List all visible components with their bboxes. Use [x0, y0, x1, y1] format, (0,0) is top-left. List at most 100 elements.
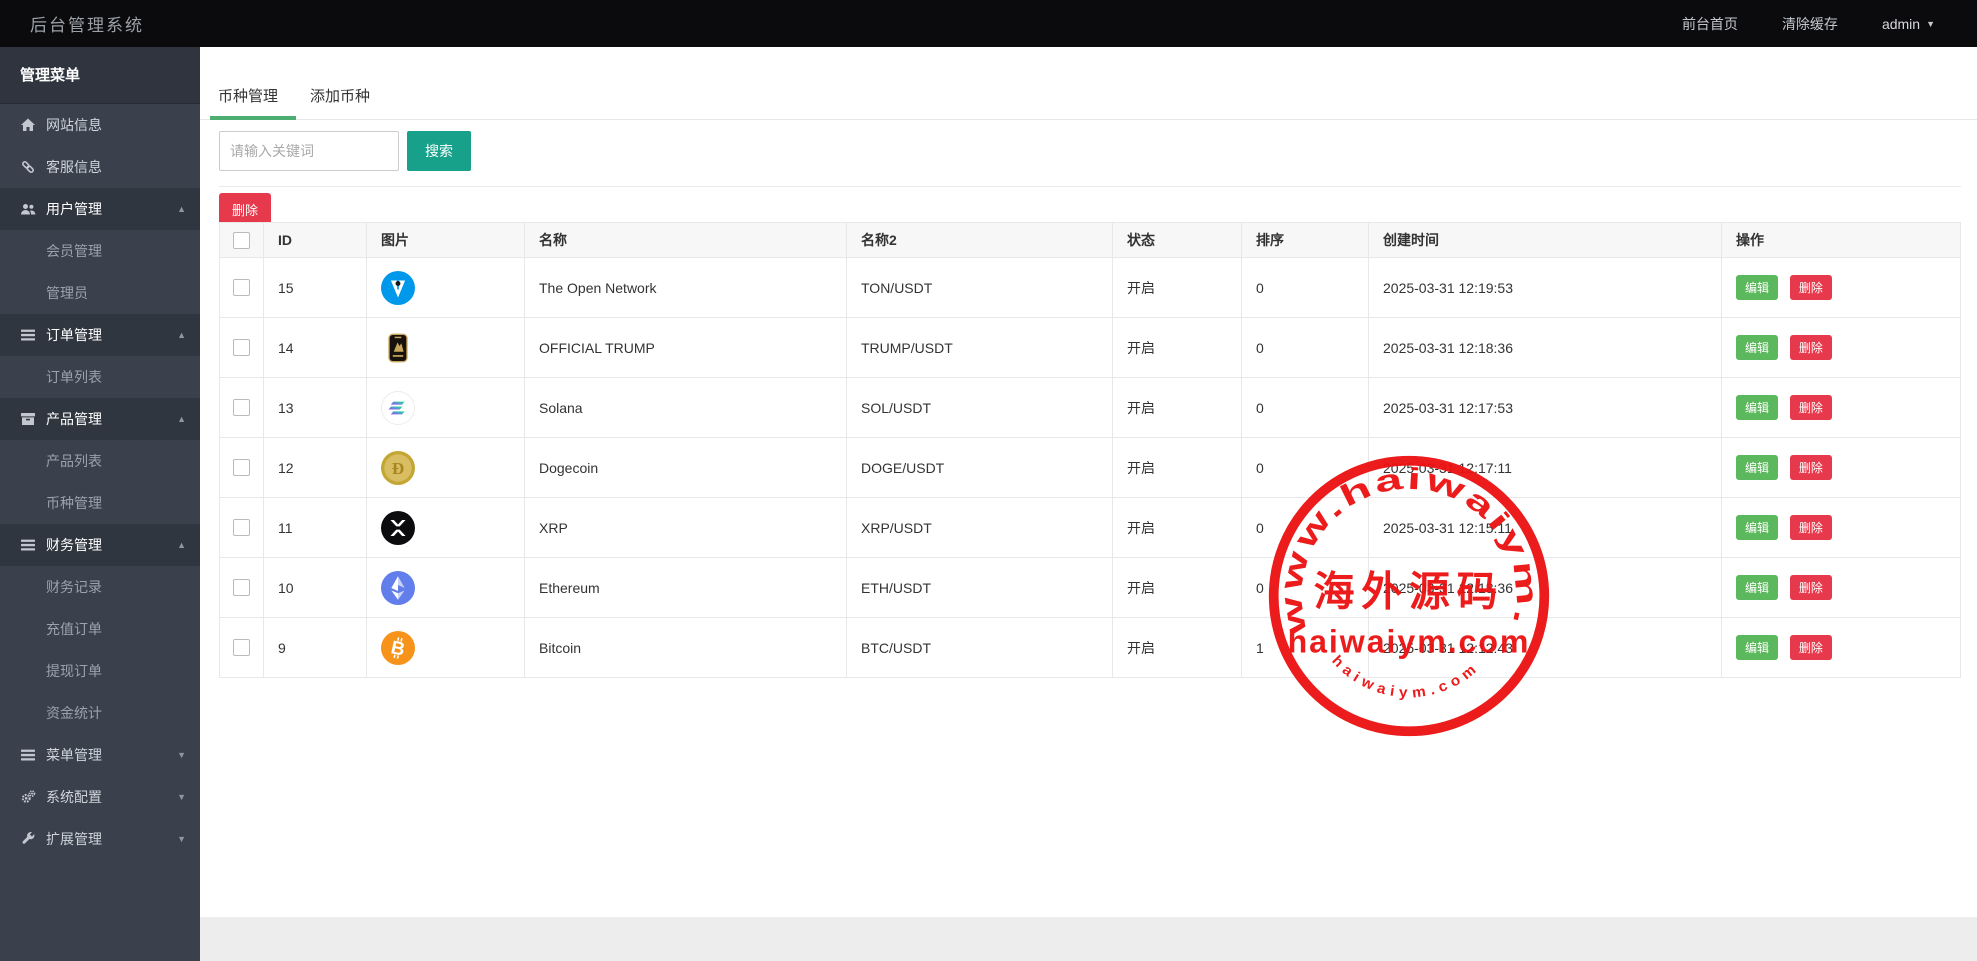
row-checkbox[interactable] [233, 579, 250, 596]
doge-coin-icon: Ð [381, 451, 415, 485]
caret-up-icon: ▲ [177, 204, 186, 214]
cell-sort: 0 [1242, 498, 1369, 558]
topbar-right: 前台首页 清除缓存 admin ▼ [1682, 14, 1935, 34]
select-all-checkbox[interactable] [233, 232, 250, 249]
sidebar-subitem-finance-management-0[interactable]: 财务记录 [0, 566, 200, 608]
edit-button[interactable]: 编辑 [1736, 395, 1778, 420]
sidebar-subitem-label: 提现订单 [46, 663, 102, 679]
sidebar-subitem-product-management-0[interactable]: 产品列表 [0, 440, 200, 482]
sidebar-item-product-management[interactable]: 产品管理 ▲ [0, 398, 200, 440]
search-input[interactable] [219, 131, 399, 171]
tab-bar: 币种管理 添加币种 [200, 47, 1977, 120]
home-icon [20, 117, 36, 133]
cell-name: Dogecoin [525, 438, 847, 498]
sidebar-subitem-label: 订单列表 [46, 369, 102, 385]
sidebar-subitem-label: 管理员 [46, 285, 88, 301]
sidebar-subitem-user-management-0[interactable]: 会员管理 [0, 230, 200, 272]
list-icon [20, 327, 36, 343]
user-menu[interactable]: admin ▼ [1882, 16, 1935, 32]
cell-sort: 0 [1242, 378, 1369, 438]
sidebar-item-menu-management[interactable]: 菜单管理 ▼ [0, 734, 200, 776]
sidebar-item-finance-management[interactable]: 财务管理 ▲ [0, 524, 200, 566]
cell-sort: 1 [1242, 618, 1369, 678]
active-tab-underline [210, 116, 296, 120]
sidebar-subitem-label: 产品列表 [46, 453, 102, 469]
row-delete-button[interactable]: 删除 [1790, 635, 1832, 660]
col-created: 创建时间 [1369, 223, 1722, 258]
row-delete-button[interactable]: 删除 [1790, 515, 1832, 540]
sidebar-item-order-management[interactable]: 订单管理 ▲ [0, 314, 200, 356]
cell-name2: ETH/USDT [847, 558, 1113, 618]
cell-id: 14 [264, 318, 367, 378]
tab-coin-management[interactable]: 币种管理 [218, 85, 278, 106]
edit-button[interactable]: 编辑 [1736, 335, 1778, 360]
cell-id: 12 [264, 438, 367, 498]
sidebar-subitem-label: 币种管理 [46, 495, 102, 511]
row-delete-button[interactable]: 删除 [1790, 455, 1832, 480]
cell-name: Ethereum [525, 558, 847, 618]
row-checkbox[interactable] [233, 639, 250, 656]
frontend-home-link[interactable]: 前台首页 [1682, 14, 1738, 34]
sidebar-subitem-user-management-1[interactable]: 管理员 [0, 272, 200, 314]
table-row: 14 OFFICIAL TRUMP TRUMP/USDT 开启 0 2025-0… [220, 318, 1961, 378]
sidebar-header: 管理菜单 [0, 47, 200, 104]
sidebar-item-user-management[interactable]: 用户管理 ▲ [0, 188, 200, 230]
sidebar-item-service-info[interactable]: 客服信息 [0, 146, 200, 188]
edit-button[interactable]: 编辑 [1736, 275, 1778, 300]
row-checkbox[interactable] [233, 459, 250, 476]
cell-status: 开启 [1113, 498, 1242, 558]
table-row: 12 Ð Dogecoin DOGE/USDT 开启 0 2025-03-31 … [220, 438, 1961, 498]
row-delete-button[interactable]: 删除 [1790, 575, 1832, 600]
cell-id: 13 [264, 378, 367, 438]
cell-name2: BTC/USDT [847, 618, 1113, 678]
cell-name2: SOL/USDT [847, 378, 1113, 438]
sidebar-item-label: 网站信息 [46, 115, 102, 135]
sidebar-item-label: 财务管理 [46, 535, 102, 555]
eth-coin-icon [381, 571, 415, 605]
caret-up-icon: ▲ [177, 540, 186, 550]
toolbar-divider [219, 186, 1961, 187]
sidebar-item-label: 扩展管理 [46, 829, 102, 849]
sidebar-subitem-finance-management-1[interactable]: 充值订单 [0, 608, 200, 650]
edit-button[interactable]: 编辑 [1736, 635, 1778, 660]
tab-add-coin[interactable]: 添加币种 [310, 85, 370, 106]
row-delete-button[interactable]: 删除 [1790, 395, 1832, 420]
sidebar-subitem-order-management-0[interactable]: 订单列表 [0, 356, 200, 398]
ton-coin-icon [381, 271, 415, 305]
app-title: 后台管理系统 [30, 11, 144, 36]
cell-name: The Open Network [525, 258, 847, 318]
cell-sort: 0 [1242, 558, 1369, 618]
cell-name: XRP [525, 498, 847, 558]
list-icon [20, 747, 36, 763]
cell-status: 开启 [1113, 438, 1242, 498]
xrp-coin-icon [381, 511, 415, 545]
footer-strip [200, 917, 1977, 961]
col-status: 状态 [1113, 223, 1242, 258]
sidebar-subitem-product-management-1[interactable]: 币种管理 [0, 482, 200, 524]
row-checkbox[interactable] [233, 519, 250, 536]
row-checkbox[interactable] [233, 279, 250, 296]
row-checkbox[interactable] [233, 399, 250, 416]
edit-button[interactable]: 编辑 [1736, 575, 1778, 600]
row-checkbox[interactable] [233, 339, 250, 356]
cell-created: 2025-03-31 12:19:53 [1369, 258, 1722, 318]
col-sort: 排序 [1242, 223, 1369, 258]
search-button[interactable]: 搜索 [407, 131, 471, 171]
sidebar-item-site-info[interactable]: 网站信息 [0, 104, 200, 146]
sidebar: 管理菜单 网站信息 客服信息 用户管理 ▲ 会员管理 管理员 订单管理 ▲ 订单… [0, 47, 200, 961]
sidebar-item-extension-management[interactable]: 扩展管理 ▼ [0, 818, 200, 860]
clear-cache-link[interactable]: 清除缓存 [1782, 14, 1838, 34]
edit-button[interactable]: 编辑 [1736, 515, 1778, 540]
sidebar-subitem-label: 资金统计 [46, 705, 102, 721]
sidebar-subitem-finance-management-3[interactable]: 资金统计 [0, 692, 200, 734]
cell-sort: 0 [1242, 438, 1369, 498]
col-id: ID [264, 223, 367, 258]
sidebar-item-system-config[interactable]: 系统配置 ▼ [0, 776, 200, 818]
sidebar-subitem-finance-management-2[interactable]: 提现订单 [0, 650, 200, 692]
edit-button[interactable]: 编辑 [1736, 455, 1778, 480]
users-icon [20, 201, 36, 217]
table-header-row: ID 图片 名称 名称2 状态 排序 创建时间 操作 [220, 223, 1961, 258]
cell-created: 2025-03-31 12:13:36 [1369, 558, 1722, 618]
row-delete-button[interactable]: 删除 [1790, 275, 1832, 300]
row-delete-button[interactable]: 删除 [1790, 335, 1832, 360]
